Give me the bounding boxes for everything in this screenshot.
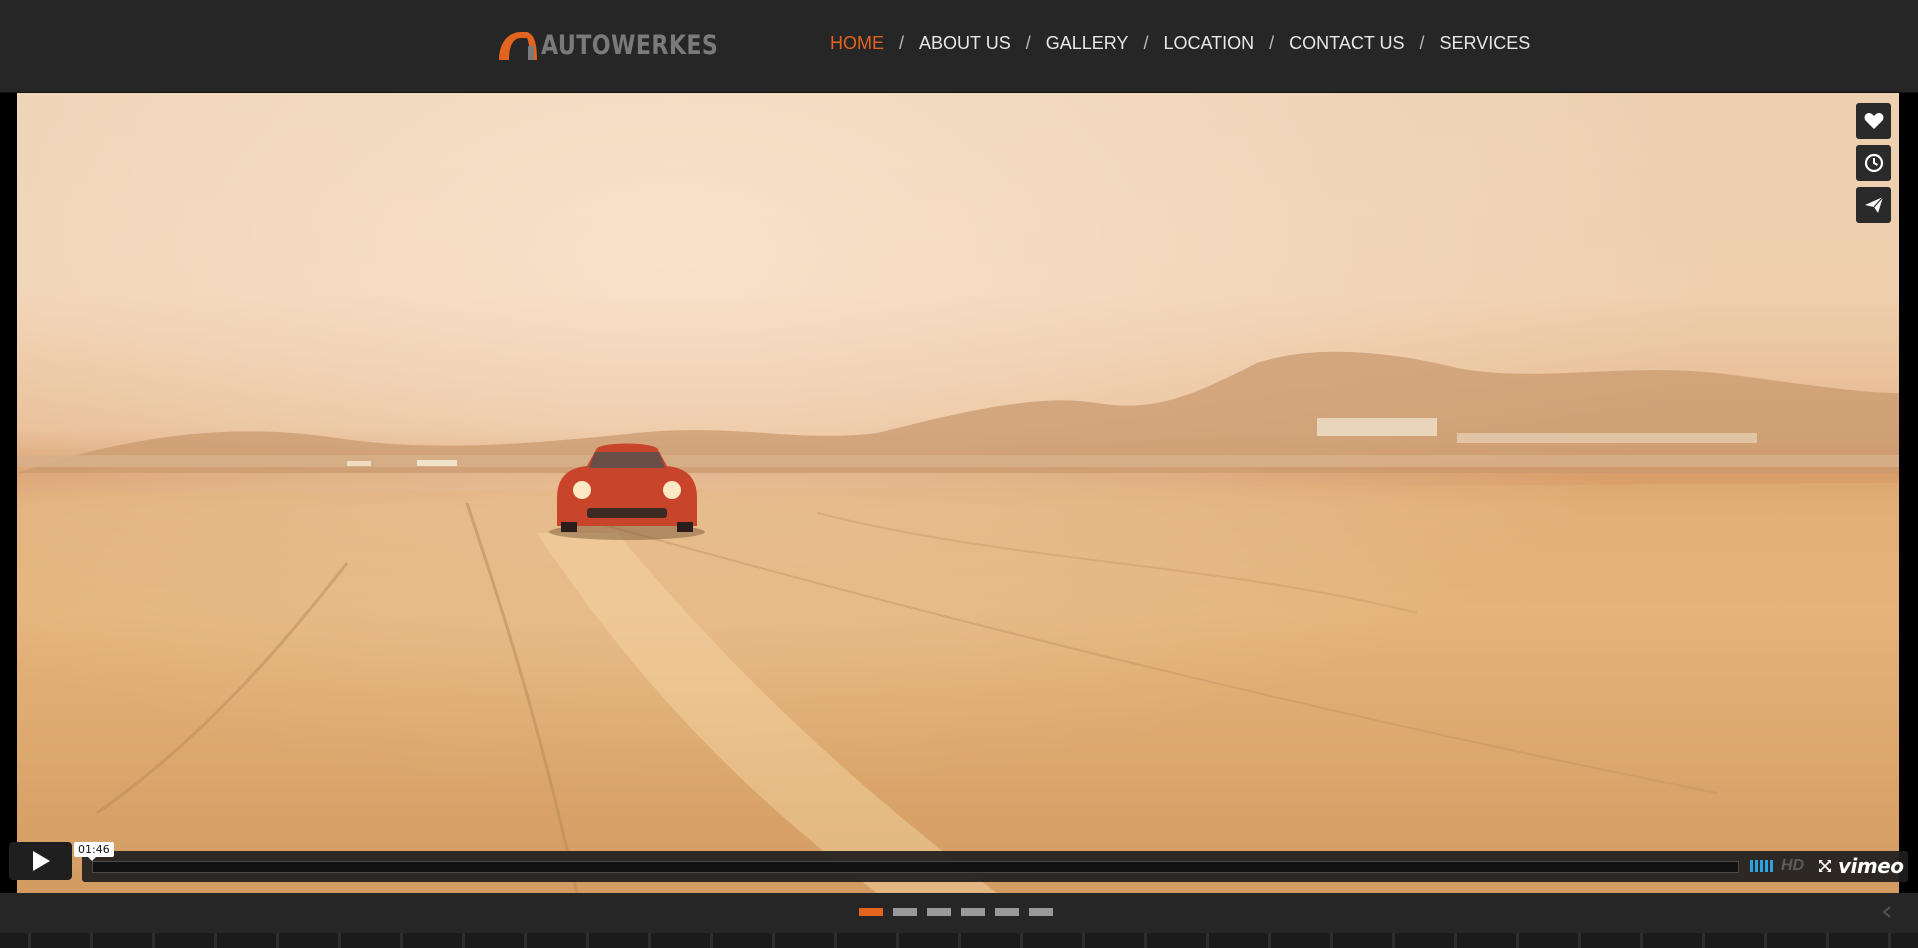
watch-later-button[interactable] [1856, 145, 1891, 181]
nav-about-us[interactable]: ABOUT US [919, 33, 1011, 54]
brand-name: AUTOWERKES [541, 29, 719, 61]
like-button[interactable] [1856, 103, 1891, 139]
slide-dot[interactable] [927, 908, 951, 916]
fullscreen-icon[interactable] [1818, 859, 1832, 873]
collapse-arrow-icon[interactable] [1880, 905, 1894, 919]
video-control-bar: HD vimeo [82, 851, 1908, 882]
video-still-image [17, 351, 1899, 893]
nav-services[interactable]: SERVICES [1440, 33, 1531, 54]
nav-separator: / [1025, 33, 1031, 53]
progress-bar[interactable] [92, 861, 1739, 873]
play-icon [32, 851, 50, 871]
main-nav: HOME / ABOUT US / GALLERY / LOCATION / C… [830, 33, 1530, 54]
slider-strip [0, 893, 1918, 933]
slide-dot[interactable] [893, 908, 917, 916]
nav-separator: / [1269, 33, 1275, 53]
nav-contact-us[interactable]: CONTACT US [1289, 33, 1404, 54]
nav-separator: / [1419, 33, 1425, 53]
slide-dot[interactable] [961, 908, 985, 916]
clock-icon [1864, 153, 1883, 173]
nav-gallery[interactable]: GALLERY [1046, 33, 1129, 54]
slider-pagination [859, 908, 1053, 916]
slide-dot[interactable] [1029, 908, 1053, 916]
video-side-buttons [1856, 103, 1891, 223]
volume-bars-icon[interactable] [1750, 860, 1773, 872]
logo-arch-icon [499, 32, 537, 60]
nav-separator: / [1143, 33, 1149, 53]
nav-location[interactable]: LOCATION [1163, 33, 1254, 54]
play-button[interactable] [9, 842, 72, 880]
slide-dot[interactable] [995, 908, 1019, 916]
nav-separator: / [899, 33, 905, 53]
timecode-tooltip: 01:46 [74, 842, 114, 861]
hd-toggle[interactable]: HD [1781, 857, 1804, 875]
video-frame: HD vimeo 01:46 [0, 93, 1918, 893]
paper-plane-icon [1864, 196, 1883, 213]
footer-edge [0, 933, 1918, 948]
video-player[interactable] [17, 93, 1899, 893]
share-button[interactable] [1856, 187, 1891, 223]
heart-icon [1864, 113, 1883, 129]
brand-logo[interactable]: AUTOWERKES [497, 27, 757, 63]
vimeo-logo[interactable]: vimeo [1838, 854, 1904, 878]
site-header: AUTOWERKES HOME / ABOUT US / GALLERY / L… [0, 0, 1918, 93]
slide-dot[interactable] [859, 908, 883, 916]
nav-home[interactable]: HOME [830, 33, 884, 54]
